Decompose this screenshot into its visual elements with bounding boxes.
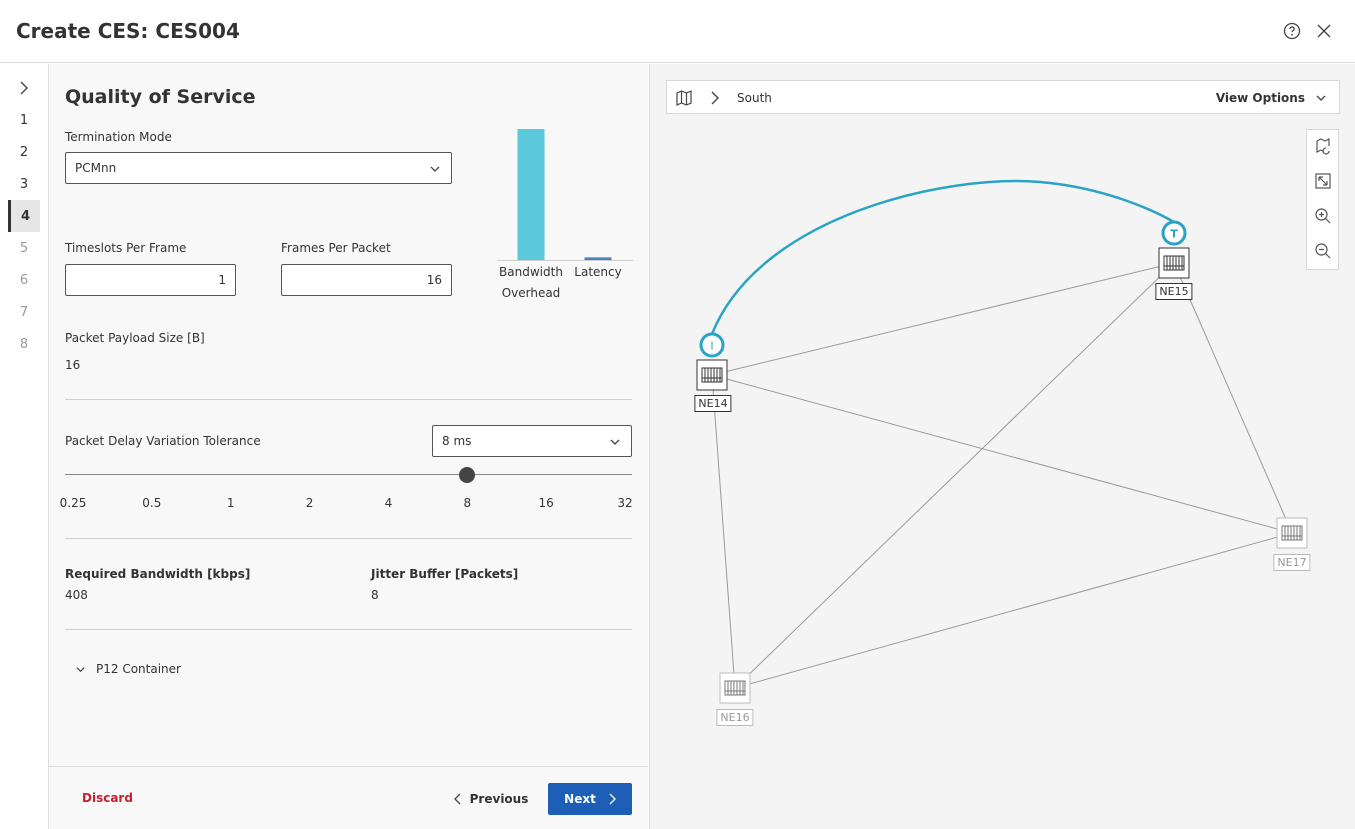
chevron-down-icon — [430, 166, 440, 172]
divider — [65, 629, 632, 630]
timeslots-label: Timeslots Per Frame — [65, 241, 187, 255]
step-3[interactable]: 3 — [8, 168, 40, 200]
payload-value: 16 — [65, 358, 81, 372]
node-label-ne16: NE16 — [716, 709, 754, 726]
step-1[interactable]: 1 — [8, 104, 40, 136]
pdv-tick-label: 16 — [538, 496, 554, 510]
node-label-ne15: NE15 — [1155, 283, 1193, 300]
mini-chart-bar — [517, 129, 545, 260]
dialog-title: Create CES: CES004 — [16, 19, 240, 43]
node-ne17[interactable] — [1276, 517, 1308, 549]
p12-container-toggle[interactable]: P12 Container — [75, 662, 181, 676]
link-ne14-ne17[interactable] — [711, 374, 1293, 534]
marker-initiator: I — [699, 332, 725, 358]
pdv-tick-label: 8 — [463, 496, 472, 510]
dialog-header: Create CES: CES004 — [0, 0, 1355, 63]
chevron-down-icon — [76, 666, 85, 672]
next-label: Next — [564, 792, 596, 806]
pdv-slider-thumb[interactable] — [459, 467, 476, 483]
pdv-tick-label: 0.25 — [59, 496, 87, 510]
pdv-slider-track[interactable] — [65, 474, 632, 475]
mini-chart-category-label: Bandwidth — [499, 265, 563, 279]
divider — [65, 538, 632, 539]
pdv-tick-label: 32 — [617, 496, 633, 510]
marker-terminator: T — [1161, 220, 1187, 246]
next-button[interactable]: Next — [548, 783, 632, 815]
pdv-tick-label: 2 — [305, 496, 314, 510]
frames-value: 16 — [426, 273, 442, 287]
marker-terminator-text: T — [1170, 228, 1178, 241]
divider — [65, 399, 632, 400]
termination-mode-label: Termination Mode — [65, 130, 172, 144]
step-2[interactable]: 2 — [8, 136, 40, 168]
node-ne16[interactable] — [719, 672, 751, 704]
step-4[interactable]: 4 — [8, 200, 40, 232]
node-label-ne14: NE14 — [694, 395, 732, 412]
pdv-tick-label: 4 — [384, 496, 393, 510]
bandwidth-value: 408 — [65, 588, 88, 602]
mini-chart-category-label: Overhead — [502, 286, 561, 300]
chevron-left-icon — [453, 793, 461, 805]
link-ne15-ne16[interactable] — [734, 262, 1175, 689]
link-ne15-ne17[interactable] — [1173, 262, 1293, 534]
termination-mode-select[interactable]: PCMnn — [65, 152, 452, 184]
payload-label: Packet Payload Size [B] — [65, 331, 205, 345]
previous-button[interactable]: Previous — [453, 784, 529, 814]
marker-initiator-text: I — [710, 340, 713, 353]
link-ne14-ne15[interactable] — [711, 262, 1175, 376]
node-ne14[interactable] — [696, 359, 728, 391]
jitter-label: Jitter Buffer [Packets] — [371, 567, 519, 581]
link-ne14-ne16[interactable] — [711, 374, 736, 689]
pdv-tick-label: 1 — [226, 496, 235, 510]
pdv-label: Packet Delay Variation Tolerance — [65, 434, 261, 448]
frames-input[interactable]: 16 — [281, 264, 452, 296]
mini-chart-bar — [584, 257, 612, 260]
close-icon[interactable] — [1314, 21, 1334, 41]
help-icon[interactable] — [1282, 21, 1302, 41]
qos-mini-chart: Bandwidth Overhead Latency — [497, 129, 633, 300]
topology-canvas: I T — [696, 179, 1308, 704]
chevron-right-icon — [609, 793, 616, 805]
chevron-right-icon[interactable] — [14, 78, 34, 98]
step-7: 7 — [19, 304, 29, 320]
mini-chart-category-label: Latency — [574, 265, 621, 279]
qos-form: Quality of Service Termination Mode PCMn… — [49, 64, 648, 766]
p12-container-label: P12 Container — [96, 662, 181, 676]
wizard-stepper: 1 2 3 4 5 6 7 8 — [0, 64, 49, 829]
pdv-tick-label: 0.5 — [142, 496, 162, 510]
frames-label: Frames Per Packet — [281, 241, 391, 255]
node-ne15[interactable] — [1158, 247, 1190, 279]
termination-mode-value: PCMnn — [75, 161, 117, 175]
step-5: 5 — [19, 240, 29, 256]
pdv-value: 8 ms — [442, 434, 472, 448]
node-label-ne17: NE17 — [1273, 554, 1311, 571]
timeslots-value: 1 — [218, 273, 226, 287]
service-path[interactable] — [710, 179, 1175, 335]
jitter-value: 8 — [371, 588, 379, 602]
dialog-footer: Discard Previous Next — [49, 766, 648, 829]
pdv-select[interactable]: 8 ms — [432, 425, 632, 457]
link-ne16-ne17[interactable] — [734, 532, 1293, 689]
step-6: 6 — [19, 272, 29, 288]
section-title: Quality of Service — [65, 86, 256, 108]
previous-label: Previous — [469, 792, 529, 806]
step-8: 8 — [19, 336, 29, 352]
discard-button[interactable]: Discard — [82, 791, 133, 805]
timeslots-input[interactable]: 1 — [65, 264, 236, 296]
topology-map[interactable]: South View Options I T NE14 NE15 NE16 NE… — [649, 64, 1355, 829]
bandwidth-label: Required Bandwidth [kbps] — [65, 567, 251, 581]
chevron-down-icon — [610, 439, 620, 445]
